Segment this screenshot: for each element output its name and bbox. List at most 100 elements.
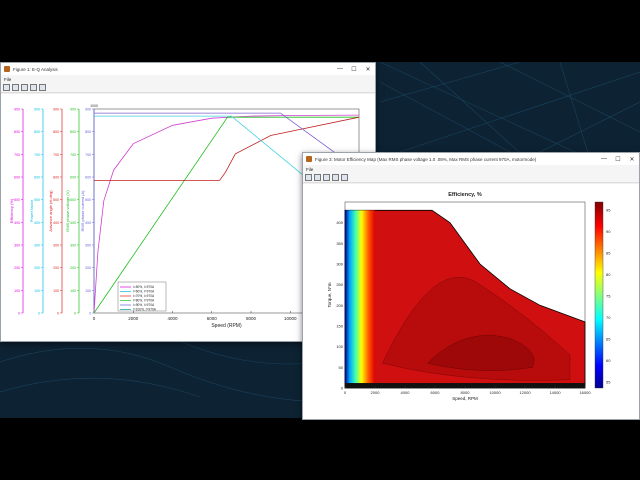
y-tick-label: 600 — [53, 176, 59, 180]
y-tick-label: 500 — [53, 198, 59, 202]
letterbox-bottom — [0, 418, 640, 480]
y-tick-label: 600 — [85, 176, 91, 180]
colorbar-tick-label: 70 — [606, 315, 611, 320]
maximize-button[interactable]: ☐ — [611, 156, 625, 163]
y-tick-label: 100 — [336, 344, 343, 349]
y-tick-label: 400 — [53, 221, 59, 225]
save-icon[interactable] — [12, 84, 19, 91]
x-tick-label: 12000 — [519, 390, 531, 395]
y-tick-label: 500 — [14, 198, 20, 202]
y-tick-label: 200 — [34, 266, 40, 270]
x-tick-label: 0 — [344, 390, 347, 395]
figure3-toolbar — [303, 173, 639, 183]
y-tick-label: 100 — [70, 289, 76, 293]
y-tick-label: 700 — [14, 153, 20, 157]
x-tick-label: 8000 — [461, 390, 471, 395]
y-tick-label: 800 — [53, 130, 59, 134]
figure1-title: Figure 1: E-Q Analysis — [13, 66, 58, 72]
x-tick-label: 4000 — [168, 316, 179, 321]
close-button[interactable]: ✕ — [625, 156, 639, 163]
new-icon[interactable] — [3, 84, 10, 91]
y-tick-label: 900 — [53, 108, 59, 112]
y-tick-label: 0 — [57, 312, 59, 316]
legend-label: I=90%, I=970A — [133, 303, 155, 307]
y-tick-label: 400 — [85, 221, 91, 225]
y-tick-label: 300 — [85, 244, 91, 248]
y-tick-label: 900 — [85, 108, 91, 112]
figure3-window: Figure 3: Motor Efficiency Map (Max RMS … — [302, 152, 640, 420]
colorbar-tick-label: 80 — [606, 272, 611, 277]
y-tick-label: 100 — [85, 289, 91, 293]
y-axis-label: Torque, N*m — [327, 282, 332, 307]
y-tick-label: 700 — [85, 153, 91, 157]
x-axis-label: Speed (RPM) — [211, 323, 242, 329]
file-menu[interactable]: File — [306, 167, 313, 172]
legend-label: I=50%, I=970A — [133, 285, 155, 289]
legend: I=50%, I=970AI=60%, I=970AI=70%, I=970AI… — [117, 281, 167, 312]
figure1-toolbar — [1, 83, 375, 93]
legend-label: I=100%, I=970A — [133, 308, 157, 312]
print-icon[interactable] — [21, 84, 28, 91]
y-tick-label: 400 — [70, 221, 76, 225]
x-tick-label: 2000 — [128, 316, 139, 321]
y-tick-label: 800 — [85, 130, 91, 134]
y-tick-label: 0 — [38, 312, 40, 316]
figure3-titlebar[interactable]: Figure 3: Motor Efficiency Map (Max RMS … — [303, 153, 639, 165]
legend-label: I=60%, I=970A — [133, 290, 155, 294]
y-tick-label: 200 — [70, 266, 76, 270]
x-tick-label: 6000 — [431, 390, 441, 395]
y-tick-label: 200 — [14, 266, 20, 270]
x-tick-label: 10000 — [489, 390, 501, 395]
new-icon[interactable] — [305, 174, 312, 181]
y-tick-label: 100 — [14, 289, 20, 293]
legend-label: I=80%, I=970A — [133, 299, 155, 303]
y-tick-label: 200 — [336, 303, 343, 308]
y-tick-label: 300 — [336, 262, 343, 267]
y-tick-label: 350 — [336, 241, 343, 246]
panel-icon[interactable] — [341, 174, 348, 181]
y-tick-label: 100 — [34, 289, 40, 293]
y-tick-label: 0 — [89, 312, 91, 316]
low-speed-gradient — [345, 210, 375, 388]
figure1-titlebar[interactable]: Figure 1: E-Q Analysis — ☐ ✕ — [1, 63, 375, 75]
matlab-icon — [4, 66, 10, 72]
y-tick-label: 300 — [53, 244, 59, 248]
dock-icon[interactable] — [30, 84, 37, 91]
y-tick-label: 700 — [34, 153, 40, 157]
colorbar — [594, 201, 604, 389]
y-tick-label: 500 — [70, 198, 76, 202]
x-tick-label: 16000 — [579, 390, 591, 395]
chart-title: Efficiency, % — [448, 192, 482, 198]
save-icon[interactable] — [314, 174, 321, 181]
close-button[interactable]: ✕ — [361, 66, 375, 73]
x-tick-label: 10000 — [284, 316, 297, 321]
y-tick-label: 900 — [70, 108, 76, 112]
y-tick-label: 50 — [339, 365, 344, 370]
colorbar-tick-label: 65 — [606, 337, 611, 342]
dock-icon[interactable] — [332, 174, 339, 181]
y-tick-label: 300 — [34, 244, 40, 248]
y-tick-label: 400 — [14, 221, 20, 225]
maximize-button[interactable]: ☐ — [347, 66, 361, 73]
y-tick-label: 900 — [14, 108, 20, 112]
panel-icon[interactable] — [39, 84, 46, 91]
colorbar-tick-label: 90 — [606, 229, 611, 234]
y-tick-label: 800 — [70, 130, 76, 134]
x-tick-label: 8000 — [246, 316, 257, 321]
file-menu[interactable]: File — [4, 77, 11, 82]
x-tick-label: 2000 — [371, 390, 381, 395]
colorbar-tick-label: 75 — [606, 294, 611, 299]
y-tick-label: 500 — [85, 198, 91, 202]
figure3-title: Figure 3: Motor Efficiency Map (Max RMS … — [315, 156, 537, 162]
colorbar-tick-label: 85 — [606, 251, 611, 256]
minimize-button[interactable]: — — [597, 156, 611, 162]
y-tick-label: 200 — [85, 266, 91, 270]
matlab-icon — [306, 156, 312, 162]
print-icon[interactable] — [323, 174, 330, 181]
letterbox-top — [0, 0, 640, 62]
y-tick-label: 700 — [53, 153, 59, 157]
legend-label: I=70%, I=970A — [133, 294, 155, 298]
y-tick-label: 400 — [34, 221, 40, 225]
efficiency-map-chart: Efficiency, % 0 2000 4000 6000 8000 10000 12000… — [327, 192, 611, 401]
minimize-button[interactable]: — — [333, 66, 347, 72]
